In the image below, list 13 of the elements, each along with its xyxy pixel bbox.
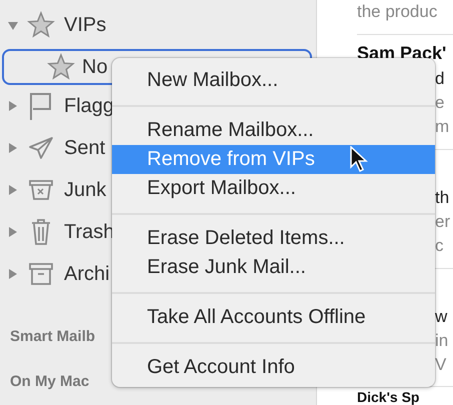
message-subject: d [435, 68, 446, 90]
message-preview: m [435, 116, 450, 138]
message-subject: th [435, 187, 450, 209]
message-preview: er [435, 211, 452, 233]
message-subject: w [435, 306, 448, 328]
message-sender: Dick's Sp [357, 389, 420, 405]
section-header: On My Mac [9, 373, 90, 390]
message-preview: the produc [357, 1, 438, 23]
message-preview: V [435, 354, 448, 376]
message-preview: e [435, 92, 446, 114]
message-preview: in [435, 330, 450, 352]
section-header: Smart Mailb [9, 328, 96, 345]
message-preview: c [435, 235, 444, 257]
